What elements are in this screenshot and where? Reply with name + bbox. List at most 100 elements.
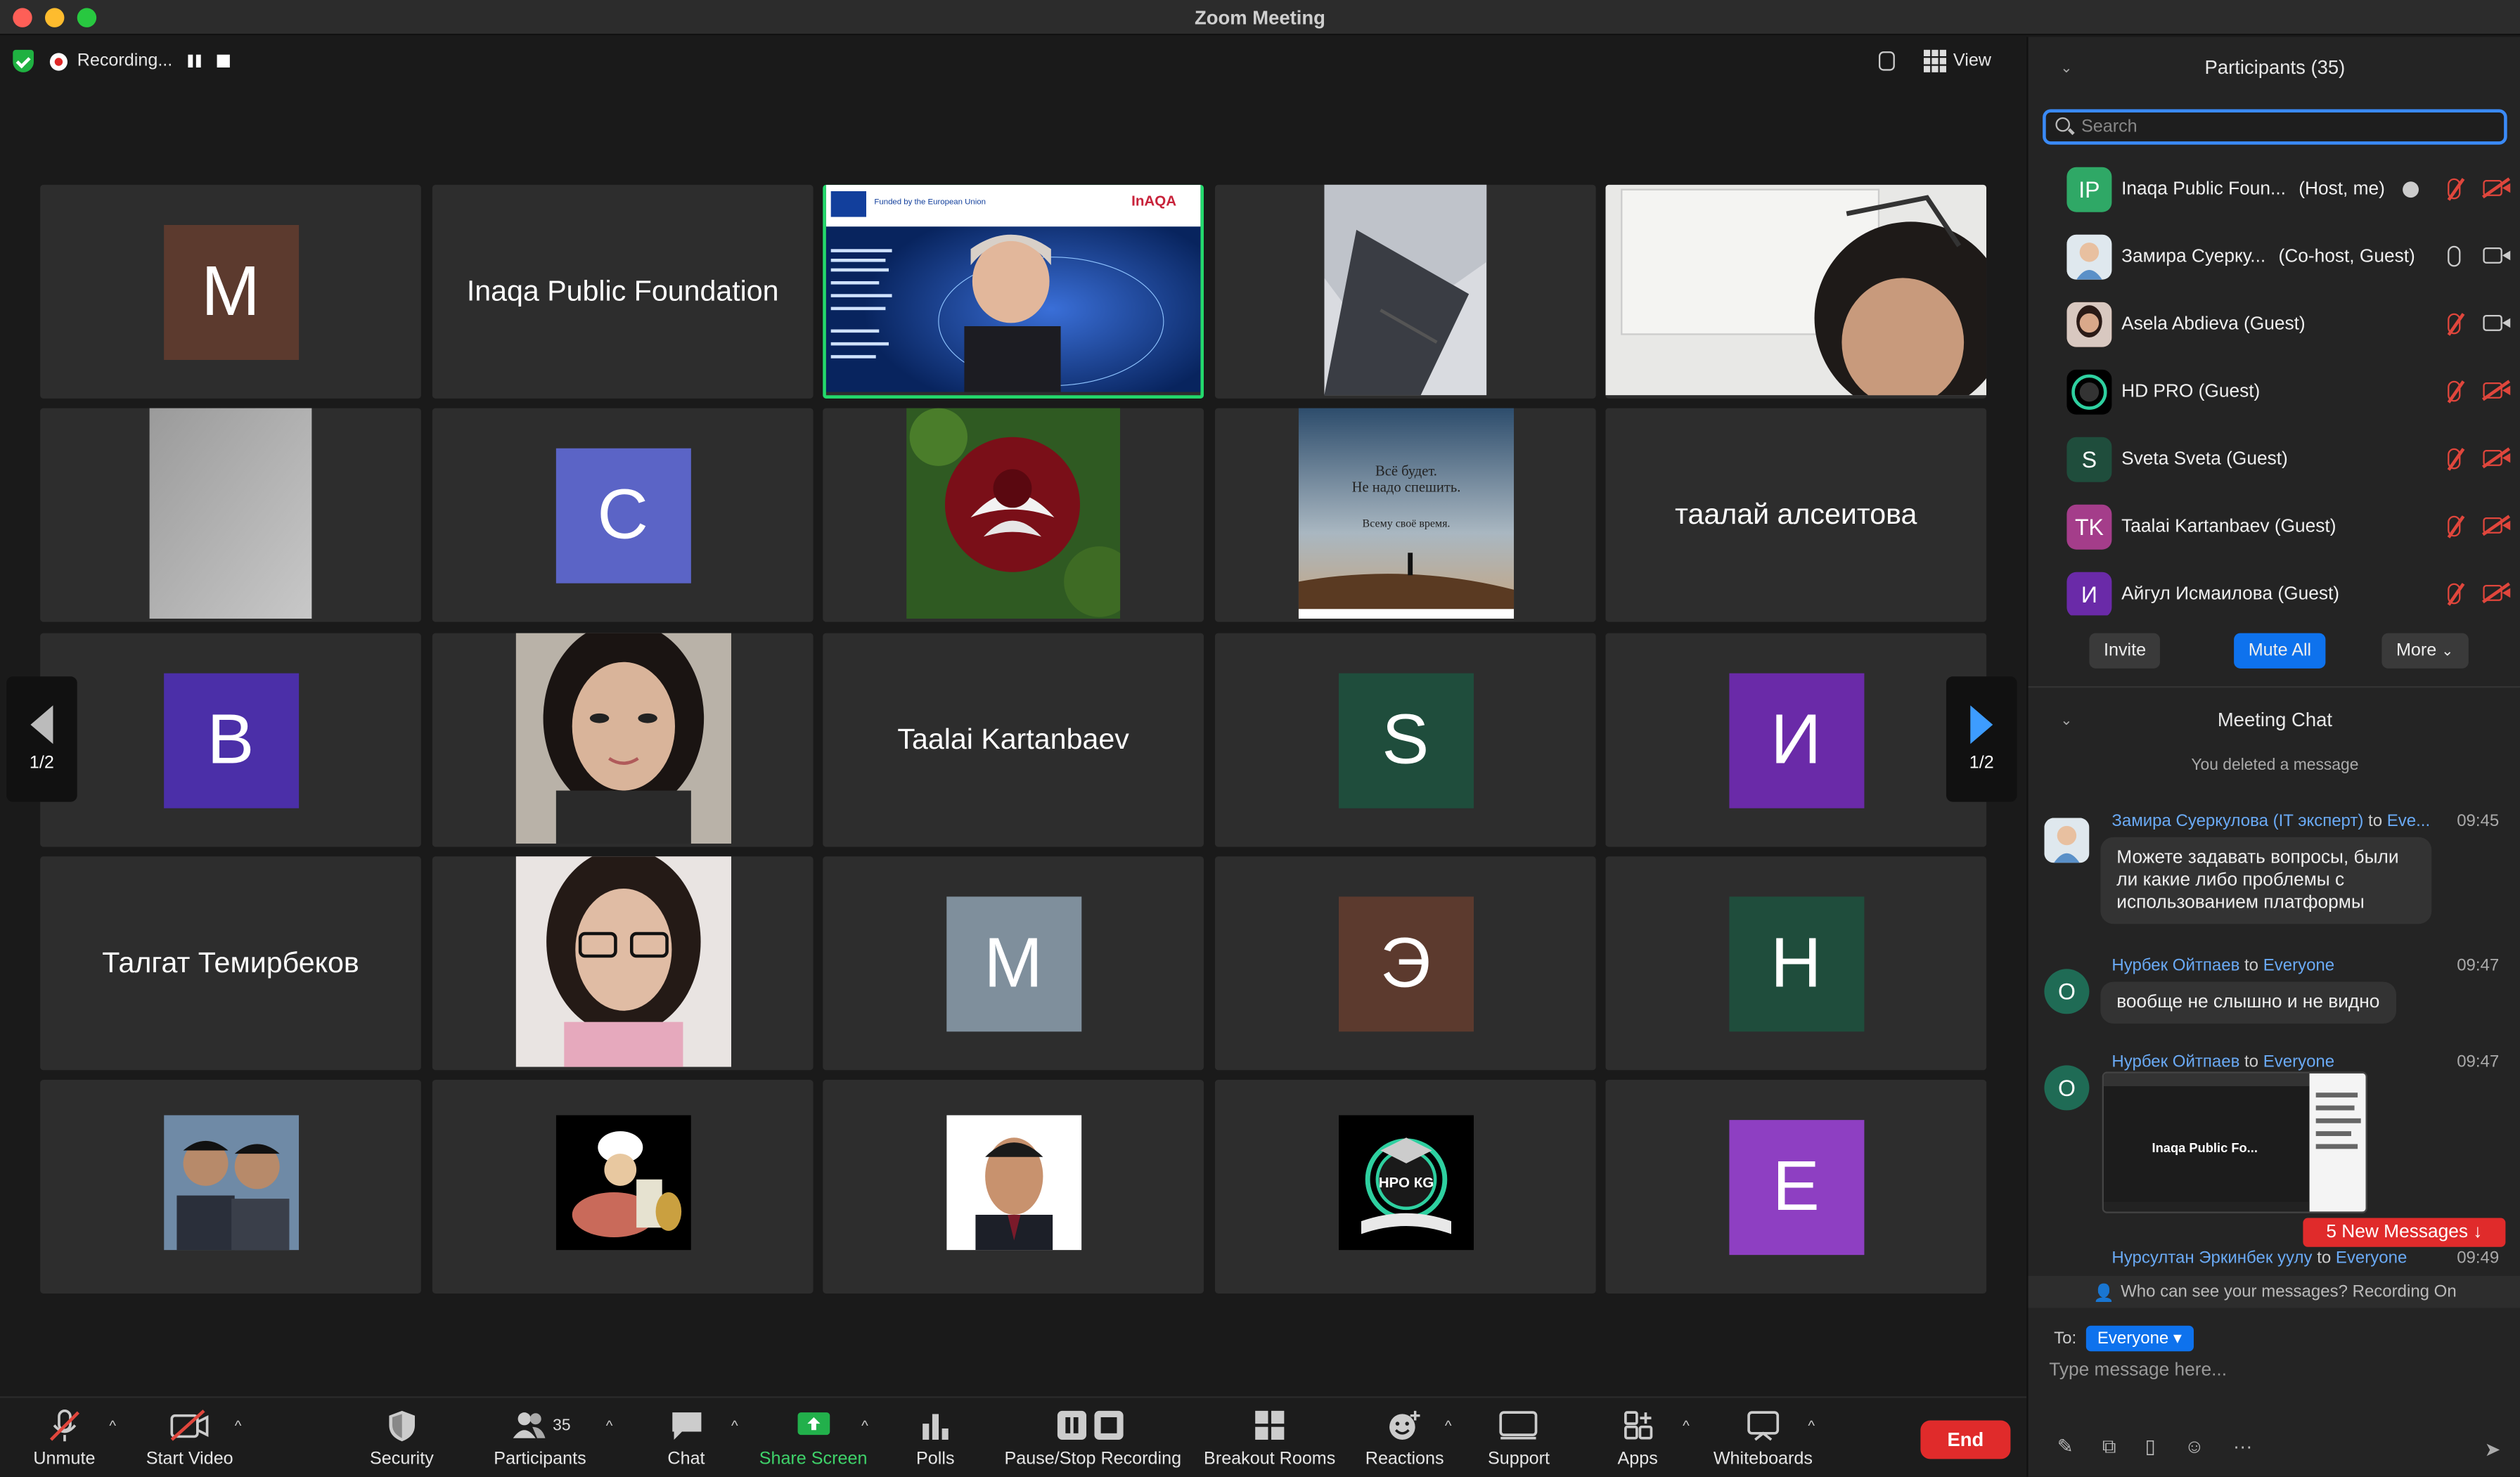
start-video-button[interactable]: Start Video — [146, 1407, 233, 1469]
immersive-icon[interactable] — [1879, 51, 1896, 71]
participant-row[interactable]: Asela Abdieva (Guest) — [2029, 291, 2520, 359]
participant-tile[interactable]: Всё будет. Не надо спешить. Всему своё вре… — [1214, 408, 1596, 622]
breakout-rooms-button[interactable]: Breakout Rooms — [1204, 1407, 1335, 1469]
end-meeting-button[interactable]: End — [1920, 1420, 2011, 1459]
participant-tile[interactable]: И — [1605, 633, 1987, 847]
apps-button[interactable]: Apps — [1617, 1407, 1658, 1469]
mute-all-button[interactable]: Mute All — [2234, 633, 2326, 669]
participant-tile[interactable] — [823, 408, 1204, 622]
next-page-button[interactable]: 1/2 — [1946, 676, 2017, 802]
participant-row[interactable]: HD PRO (Guest) — [2029, 359, 2520, 426]
participant-tile[interactable] — [1605, 184, 1987, 399]
video-off-icon[interactable] — [2483, 517, 2511, 534]
participant-tile[interactable]: таалай алсеитова — [1605, 408, 1987, 622]
unmute-button[interactable]: Unmute — [33, 1407, 95, 1469]
participant-tile[interactable]: Funded by the European Union InAQA — [823, 184, 1204, 399]
participant-row[interactable]: TK Taalai Kartanbaev (Guest) — [2029, 494, 2520, 561]
participant-tile[interactable]: Taalai Kartanbaev — [823, 633, 1204, 847]
options-caret-icon[interactable]: ^ — [731, 1417, 738, 1433]
recipient-name[interactable]: Eve... — [2387, 811, 2430, 830]
participant-tile[interactable] — [40, 408, 421, 622]
chevron-down-icon[interactable]: ⌄ — [2060, 711, 2072, 728]
send-icon[interactable]: ➤ — [2485, 1438, 2501, 1461]
participant-row[interactable]: IP Inaqa Public Foun... (Host, me) — [2029, 156, 2520, 224]
format-icon[interactable]: ✎ — [2057, 1435, 2074, 1459]
video-off-icon[interactable] — [2483, 179, 2511, 196]
screenshot-attachment[interactable]: Inaqa Public Fo... — [2102, 1071, 2367, 1213]
mic-muted-icon[interactable] — [2448, 178, 2461, 200]
participant-tile[interactable] — [1214, 184, 1596, 399]
video-off-icon[interactable] — [2483, 584, 2511, 601]
video-icon[interactable] — [2483, 314, 2511, 331]
new-messages-button[interactable]: 5 New Messages ↓ — [2303, 1218, 2506, 1247]
file-icon[interactable]: ▯ — [2145, 1435, 2156, 1459]
participant-search-input[interactable]: Search — [2043, 109, 2507, 145]
participant-tile[interactable]: E — [1605, 1079, 1987, 1294]
participants-button[interactable]: 35 Participants — [494, 1407, 586, 1469]
reactions-button[interactable]: Reactions — [1365, 1407, 1444, 1469]
chevron-down-icon[interactable]: ⌄ — [2060, 58, 2072, 76]
recipient-select[interactable]: Everyone ▾ — [2085, 1325, 2193, 1352]
mic-muted-icon[interactable] — [2448, 380, 2461, 402]
participant-tile[interactable]: Талгат Темирбеков — [40, 856, 421, 1071]
recipient-name[interactable]: Everyone — [2263, 956, 2334, 975]
sender-name[interactable]: Нурбек Ойтпаев — [2111, 1052, 2239, 1071]
invite-button[interactable]: Invite — [2089, 633, 2161, 669]
participant-row[interactable]: И Айгул Исмаилова (Guest) — [2029, 561, 2520, 616]
sender-name[interactable]: Нурсултан Эркинбек уулу — [2111, 1249, 2312, 1268]
participant-tile[interactable]: Э — [1214, 856, 1596, 1071]
participant-tile[interactable]: M — [823, 856, 1204, 1071]
sender-name[interactable]: Замира Суеркулова (IT эксперт) — [2111, 811, 2363, 830]
participant-tile[interactable] — [432, 633, 814, 847]
participant-tile[interactable]: M — [40, 184, 421, 399]
participant-tile[interactable]: S — [1214, 633, 1596, 847]
more-button[interactable]: More ⌄ — [2381, 633, 2468, 669]
sender-name[interactable]: Нурбек Ойтпаев — [2111, 956, 2239, 975]
participant-tile[interactable] — [432, 856, 814, 1071]
participant-tile[interactable]: B — [40, 633, 421, 847]
options-caret-icon[interactable]: ^ — [861, 1417, 868, 1433]
options-caret-icon[interactable]: ^ — [235, 1417, 242, 1433]
screenshot-icon[interactable]: ⧉ — [2102, 1435, 2116, 1459]
chat-button[interactable]: Chat — [667, 1407, 705, 1469]
pause-stop-recording-button[interactable]: Pause/Stop Recording — [1004, 1407, 1181, 1469]
security-button[interactable]: Security — [370, 1407, 434, 1469]
options-caret-icon[interactable]: ^ — [1445, 1417, 1452, 1433]
prev-page-button[interactable]: 1/2 — [6, 676, 77, 802]
participant-tile[interactable] — [40, 1079, 421, 1294]
pause-recording-icon[interactable] — [188, 54, 202, 67]
whiteboards-button[interactable]: Whiteboards — [1714, 1407, 1813, 1469]
more-options-icon[interactable]: ··· — [2233, 1435, 2252, 1459]
participant-tile[interactable]: C — [432, 408, 814, 622]
recipient-name[interactable]: Everyone — [2263, 1052, 2334, 1071]
emoji-icon[interactable]: ☺ — [2185, 1435, 2204, 1459]
minimize-window-button[interactable] — [44, 8, 65, 27]
mic-muted-icon[interactable] — [2448, 448, 2461, 470]
view-button[interactable]: View — [1924, 49, 1991, 72]
participant-row[interactable]: S Sveta Sveta (Guest) — [2029, 426, 2520, 494]
options-caret-icon[interactable]: ^ — [606, 1417, 613, 1433]
participant-tile[interactable] — [432, 1079, 814, 1294]
options-caret-icon[interactable]: ^ — [1683, 1417, 1690, 1433]
message-visibility-bar[interactable]: 👤 Who can see your messages? Recording O… — [2028, 1275, 2520, 1308]
participant-tile[interactable]: Inaqa Public Foundation — [432, 184, 814, 399]
options-caret-icon[interactable]: ^ — [1808, 1417, 1815, 1433]
stop-recording-icon[interactable] — [217, 54, 231, 67]
close-window-button[interactable] — [13, 8, 32, 27]
mic-muted-icon[interactable] — [2448, 515, 2461, 537]
maximize-window-button[interactable] — [77, 8, 97, 27]
share-screen-button[interactable]: Share Screen — [759, 1407, 867, 1469]
recipient-name[interactable]: Everyone — [2336, 1249, 2407, 1268]
video-icon[interactable] — [2483, 247, 2511, 264]
video-off-icon[interactable] — [2483, 449, 2511, 466]
participant-tile[interactable]: H — [1605, 856, 1987, 1071]
encryption-shield-icon[interactable] — [13, 49, 34, 72]
support-button[interactable]: Support — [1488, 1407, 1550, 1469]
chat-input[interactable]: Type message here... — [2049, 1361, 2227, 1380]
participant-row[interactable]: Замира Суерку... (Co-host, Guest) — [2029, 224, 2520, 291]
participant-tile[interactable] — [823, 1079, 1204, 1294]
mic-muted-icon[interactable] — [2448, 313, 2461, 335]
mic-icon[interactable] — [2448, 245, 2461, 267]
participant-tile[interactable]: НРО КG — [1214, 1079, 1596, 1294]
mic-muted-icon[interactable] — [2448, 583, 2461, 605]
